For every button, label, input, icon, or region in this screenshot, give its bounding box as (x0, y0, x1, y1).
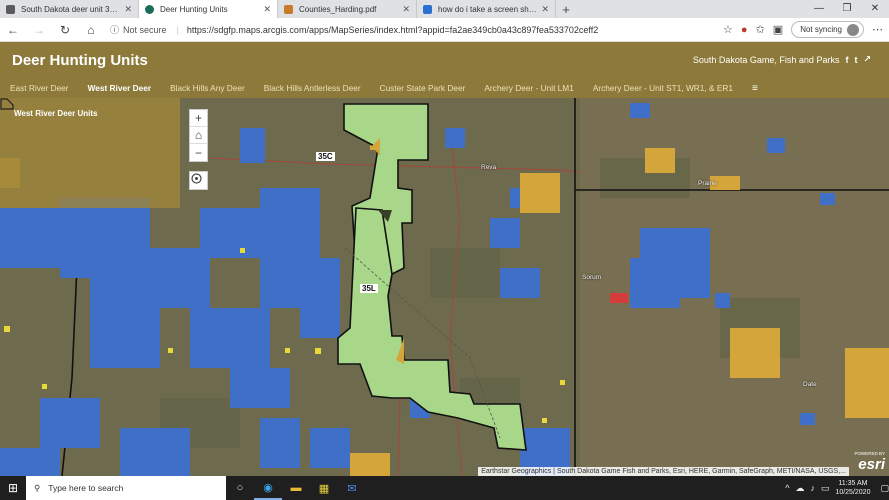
system-clock[interactable]: 11:35 AM 10/25/2020 (835, 479, 870, 497)
windows-start-icon[interactable]: ⊞ (0, 481, 26, 495)
home-icon[interactable]: ⌂ (78, 23, 104, 37)
browser-tab[interactable]: South Dakota deer unit 35L | Pag ✕ (0, 0, 139, 18)
share-link-icon[interactable]: ↗ (863, 54, 871, 65)
org-info: South Dakota Game, Fish and Parks f t ↗ (693, 54, 871, 65)
search-icon: ⚲ (34, 482, 41, 493)
browser-tab[interactable]: how do i take a screen shot and ✕ (417, 0, 556, 18)
task-view-icon[interactable]: ○ (226, 476, 254, 500)
tab-title: South Dakota deer unit 35L | Pag (21, 4, 120, 14)
divider: | (176, 24, 179, 35)
esri-wordmark: esri (858, 456, 885, 473)
refresh-icon[interactable]: ↻ (52, 23, 78, 37)
list-icon[interactable]: ≡ (752, 83, 758, 94)
restricted-area (610, 293, 628, 303)
tab-east-river-deer[interactable]: East River Deer (10, 83, 69, 93)
place-label: Date (803, 381, 817, 388)
forward-icon[interactable]: → (26, 23, 52, 37)
taskbar: ⊞ ⚲ Type here to search ○ ◉ ▬ ▦ ✉ ^ ☁ ♪ … (0, 476, 889, 500)
close-icon[interactable]: ✕ (541, 4, 549, 15)
map-view[interactable]: West River Deer Units + ⌂ − 35C 35L Reva… (0, 98, 889, 476)
favorites-icon[interactable]: ✩ (756, 23, 765, 36)
place-label: Sorum (582, 274, 602, 281)
zoom-control: + ⌂ − (189, 109, 208, 162)
zoom-out-button[interactable]: − (190, 144, 207, 161)
cloud-icon[interactable]: ☁ (795, 483, 804, 494)
home-icon: ⌂ (194, 128, 203, 142)
favorite-star-icon[interactable]: ☆ (723, 23, 733, 36)
url-field[interactable]: ⓘ Not secure | https://sdgfp.maps.arcgis… (110, 21, 670, 39)
browser-tab-active[interactable]: Deer Hunting Units ✕ (139, 0, 278, 18)
tab-custer-state-park-deer[interactable]: Custer State Park Deer (380, 83, 466, 93)
mail-icon[interactable]: ✉ (338, 476, 366, 500)
home-extent-button[interactable]: ⌂ (190, 127, 207, 144)
map-attribution[interactable]: Earthstar Geographics | South Dakota Gam… (478, 467, 849, 476)
file-explorer-icon[interactable]: ▬ (282, 476, 310, 500)
security-status: Not secure (123, 24, 167, 35)
place-label: Reva (481, 164, 497, 171)
close-window-icon[interactable]: ✕ (861, 0, 889, 18)
browser-tab-strip: South Dakota deer unit 35L | Pag ✕ Deer … (0, 0, 889, 18)
close-icon[interactable]: ✕ (263, 4, 271, 15)
polygon-icon (0, 98, 14, 110)
extension-icon[interactable]: ● (741, 24, 748, 36)
notifications-icon[interactable]: ▢ (880, 483, 889, 494)
browser-tab[interactable]: Counties_Harding.pdf ✕ (278, 0, 417, 18)
esri-logo[interactable]: POWERED BY esri (854, 451, 885, 474)
volume-icon[interactable]: ♪ (810, 483, 815, 493)
search-placeholder: Type here to search (48, 483, 124, 493)
farmland-area (580, 98, 889, 476)
back-icon[interactable]: ← (0, 23, 26, 37)
info-icon[interactable]: ⓘ (110, 23, 119, 36)
close-icon[interactable]: ✕ (402, 4, 410, 15)
new-tab-button[interactable]: + (556, 0, 576, 18)
bing-icon (423, 4, 432, 14)
collections-icon[interactable]: ▣ (773, 23, 783, 36)
globe-icon (145, 4, 154, 14)
twitter-icon[interactable]: t (854, 55, 857, 65)
minimize-icon[interactable]: — (805, 0, 833, 18)
app-header: Deer Hunting Units South Dakota Game, Fi… (0, 42, 889, 78)
window-controls: — ❐ ✕ (805, 0, 889, 18)
tab-west-river-deer[interactable]: West River Deer (88, 83, 152, 93)
crosshair-icon (191, 173, 202, 184)
tab-title: Counties_Harding.pdf (299, 4, 377, 14)
sync-label: Not syncing (800, 25, 842, 34)
avatar (847, 23, 859, 36)
clock-date: 10/25/2020 (835, 489, 871, 496)
org-name[interactable]: South Dakota Game, Fish and Parks (693, 55, 840, 65)
zoom-in-button[interactable]: + (190, 110, 207, 127)
tab-black-hills-antlerless-deer[interactable]: Black Hills Antlerless Deer (264, 83, 361, 93)
taskbar-search-input[interactable]: ⚲ Type here to search (26, 476, 226, 500)
page-title: Deer Hunting Units (12, 51, 148, 69)
unit-label-35c[interactable]: 35C (316, 152, 335, 161)
system-tray: ^ ☁ ♪ ▭ 11:35 AM 10/25/2020 ▢ (785, 476, 889, 500)
pdf-icon (284, 4, 293, 14)
battery-icon[interactable]: ▭ (821, 483, 830, 494)
edge-browser-icon[interactable]: ◉ (254, 476, 282, 500)
tab-title: Deer Hunting Units (160, 4, 228, 14)
browser-toolbar-right: ☆ ● ✩ ▣ Not syncing ⋯ (723, 21, 883, 38)
unit-label-35l[interactable]: 35L (360, 284, 378, 293)
url-text: https://sdgfp.maps.arcgis.com/apps/MapSe… (186, 24, 599, 35)
store-icon[interactable]: ▦ (310, 476, 338, 500)
tab-archery-st1-wr1-er1[interactable]: Archery Deer - Unit ST1, WR1, & ER1 (593, 83, 733, 93)
tab-archery-lm1[interactable]: Archery Deer - Unit LM1 (484, 83, 573, 93)
sync-button[interactable]: Not syncing (791, 21, 864, 38)
tab-black-hills-any-deer[interactable]: Black Hills Any Deer (170, 83, 245, 93)
facebook-icon[interactable]: f (845, 55, 848, 65)
legend-title: West River Deer Units (14, 109, 98, 118)
place-label: Prairie (698, 180, 717, 187)
tab-title: how do i take a screen shot and (438, 4, 537, 14)
address-bar: ← → ↻ ⌂ ⓘ Not secure | https://sdgfp.map… (0, 18, 889, 42)
maximize-icon[interactable]: ❐ (833, 0, 861, 18)
chevron-up-icon[interactable]: ^ (785, 483, 789, 493)
legend-panel: West River Deer Units (0, 98, 180, 208)
locate-button[interactable] (189, 171, 208, 190)
close-icon[interactable]: ✕ (124, 4, 132, 15)
page-icon (6, 4, 15, 14)
map-series-tabs: East River Deer West River Deer Black Hi… (0, 78, 889, 98)
clock-time: 11:35 AM (838, 480, 868, 487)
more-icon[interactable]: ⋯ (872, 23, 883, 36)
